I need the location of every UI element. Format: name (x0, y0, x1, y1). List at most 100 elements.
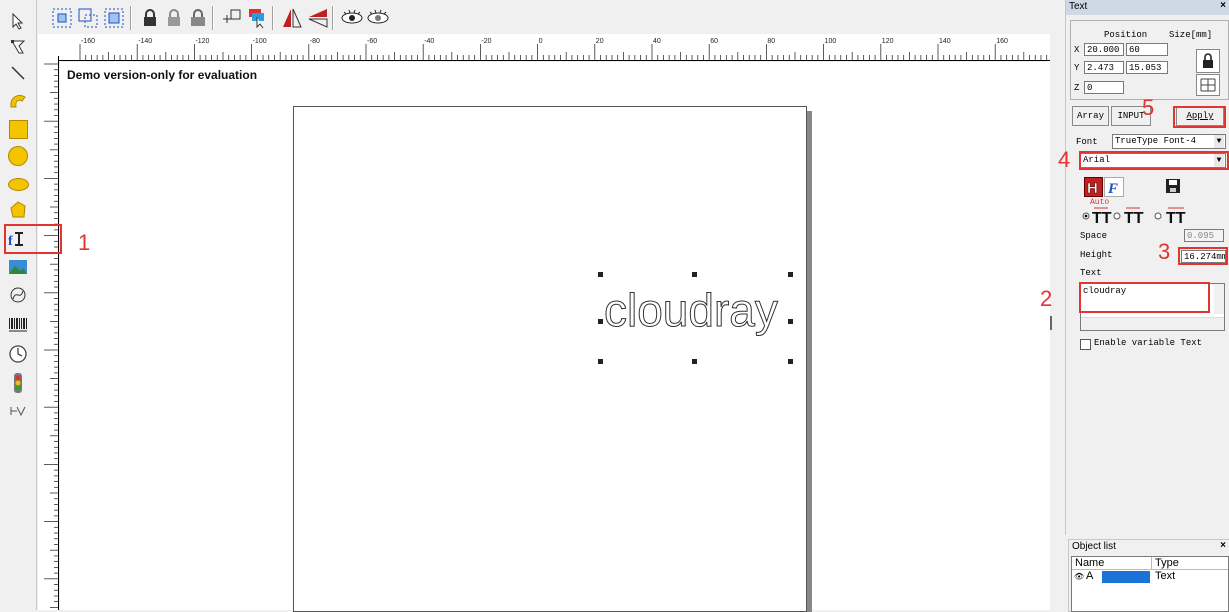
font-type-select[interactable]: TrueType Font-4 ▼ (1112, 134, 1226, 149)
ruler-tick-label: -20 (481, 38, 491, 45)
horizontal-ruler: -160 -140 -120 -100 -80 -60 -40 -20 0 20 40 60 80 100… (58, 34, 1050, 61)
ruler-tick-label: -160 (81, 38, 95, 45)
y-label: Y (1074, 63, 1080, 73)
ruler-tick-label: 140 (939, 38, 951, 45)
ruler-tick-label: 20 (596, 38, 604, 45)
font-type-value: TrueType Font-4 (1115, 136, 1197, 146)
annotation-number-2: 2 (1040, 286, 1053, 311)
annotation-box-1 (4, 224, 62, 254)
splitter-handle[interactable] (1050, 316, 1052, 330)
x-label: X (1074, 45, 1080, 55)
group-select-icon[interactable] (50, 6, 74, 30)
ruler-tick-label: -80 (310, 38, 320, 45)
timer-icon[interactable] (5, 341, 31, 367)
vector-file-icon[interactable] (5, 282, 31, 308)
x-position-input[interactable]: 20.000 (1084, 43, 1124, 56)
anchor-grid-icon[interactable] (1196, 74, 1220, 96)
z-label: Z (1074, 83, 1080, 93)
ellipse-icon[interactable] (5, 171, 31, 197)
ruler-tick-label: -140 (138, 38, 152, 45)
ruler-tick-label: 40 (653, 38, 661, 45)
space-input[interactable]: 0.095 (1184, 229, 1224, 242)
ruler-corner (38, 34, 58, 56)
delay-icon[interactable] (5, 398, 31, 424)
annotation-box-3 (1178, 247, 1228, 265)
ruler-tick-label: 0 (539, 38, 543, 45)
chevron-down-icon[interactable]: ▼ (1214, 135, 1224, 148)
annotation-number-1: 1 (78, 230, 91, 255)
io-port-icon[interactable] (5, 370, 31, 396)
column-header-name[interactable]: Name (1072, 557, 1152, 570)
object-list-table: Name Type 👁 A Text (1071, 556, 1229, 612)
toolbar-separator (130, 6, 132, 30)
svg-text:TT: TT (1166, 210, 1186, 227)
ruler-tick-label: 100 (825, 38, 837, 45)
position-header: Position (1104, 30, 1148, 40)
vertical-scrollbar[interactable] (1214, 284, 1224, 314)
top-toolbar (38, 0, 1058, 34)
color-layer-icon[interactable] (246, 6, 270, 30)
text-label: Text (1080, 268, 1102, 278)
annotation-number-5: 5 (1142, 95, 1155, 120)
barcode-icon[interactable] (5, 312, 31, 338)
table-row[interactable]: 👁 A Text (1072, 570, 1228, 583)
lock-icon[interactable] (138, 6, 162, 30)
text-properties-panel: Text × Position Size[mm] X 20.000 60 Y 2… (1040, 0, 1229, 535)
object-name: A (1086, 570, 1094, 582)
demo-watermark: Demo version-only for evaluation (67, 68, 258, 82)
size-header: Size[mm] (1169, 30, 1213, 40)
line-icon[interactable] (5, 60, 31, 86)
polygon-icon[interactable] (5, 197, 31, 223)
toolbar-separator (332, 6, 334, 30)
lock-all-icon[interactable] (186, 6, 210, 30)
mirror-horizontal-icon[interactable] (280, 6, 304, 30)
circle-icon[interactable] (5, 143, 31, 169)
select-all-icon[interactable] (102, 6, 126, 30)
cross-node-icon[interactable] (220, 6, 244, 30)
svg-text:H: H (1087, 180, 1098, 196)
array-button[interactable]: Array (1072, 106, 1109, 126)
toolbar-separator (212, 6, 214, 30)
svg-text:F: F (1107, 181, 1118, 196)
height-size-input[interactable]: 15.053 (1126, 61, 1168, 74)
ruler-tick-label: 60 (710, 38, 718, 45)
vertical-ruler (38, 56, 59, 610)
truetype-font-icon[interactable]: F (1104, 177, 1124, 197)
multi-select-icon[interactable] (76, 6, 100, 30)
column-header-type[interactable]: Type (1152, 557, 1228, 570)
y-position-input[interactable]: 2.473 (1084, 61, 1124, 74)
annotation-number-4: 4 (1058, 147, 1071, 172)
hide-objects-icon[interactable] (366, 6, 390, 30)
ruler-tick-label: 120 (882, 38, 894, 45)
enable-variable-text-checkbox[interactable] (1080, 339, 1091, 350)
width-input[interactable]: 60 (1126, 43, 1168, 56)
close-icon[interactable]: × (1220, 540, 1226, 551)
z-position-input[interactable]: 0 (1084, 81, 1124, 94)
panel-title: Text (1069, 1, 1088, 12)
panel-titlebar: Text × (1066, 0, 1229, 15)
object-list-panel: Object list × Name Type 👁 A Text (1068, 539, 1229, 612)
hershey-font-icon[interactable]: H (1084, 177, 1103, 197)
object-type: Text (1155, 570, 1176, 582)
select-pointer-icon[interactable] (5, 8, 31, 34)
node-edit-icon[interactable] (5, 34, 31, 60)
horizontal-scrollbar[interactable] (1081, 317, 1224, 330)
text-object-cloudray[interactable]: cloudray (604, 286, 779, 335)
auto-label: Auto (1090, 198, 1110, 207)
annotation-box-2 (1079, 282, 1210, 313)
lock-ratio-icon[interactable] (1196, 49, 1220, 73)
close-icon[interactable]: × (1220, 0, 1226, 11)
visibility-eye-icon[interactable]: 👁 (1074, 572, 1084, 581)
ruler-tick-label: -100 (253, 38, 267, 45)
drawing-toolbar: f (0, 0, 37, 610)
bitmap-icon[interactable] (5, 254, 31, 280)
font-label: Font (1076, 137, 1098, 147)
unlock-icon[interactable] (162, 6, 186, 30)
mirror-vertical-icon[interactable] (306, 6, 330, 30)
show-objects-icon[interactable] (340, 6, 364, 30)
object-list-title: Object list (1072, 541, 1116, 552)
save-icon[interactable] (1164, 177, 1182, 195)
curve-icon[interactable] (5, 88, 31, 114)
rectangle-icon[interactable] (5, 116, 31, 142)
ruler-tick-label: -60 (367, 38, 377, 45)
